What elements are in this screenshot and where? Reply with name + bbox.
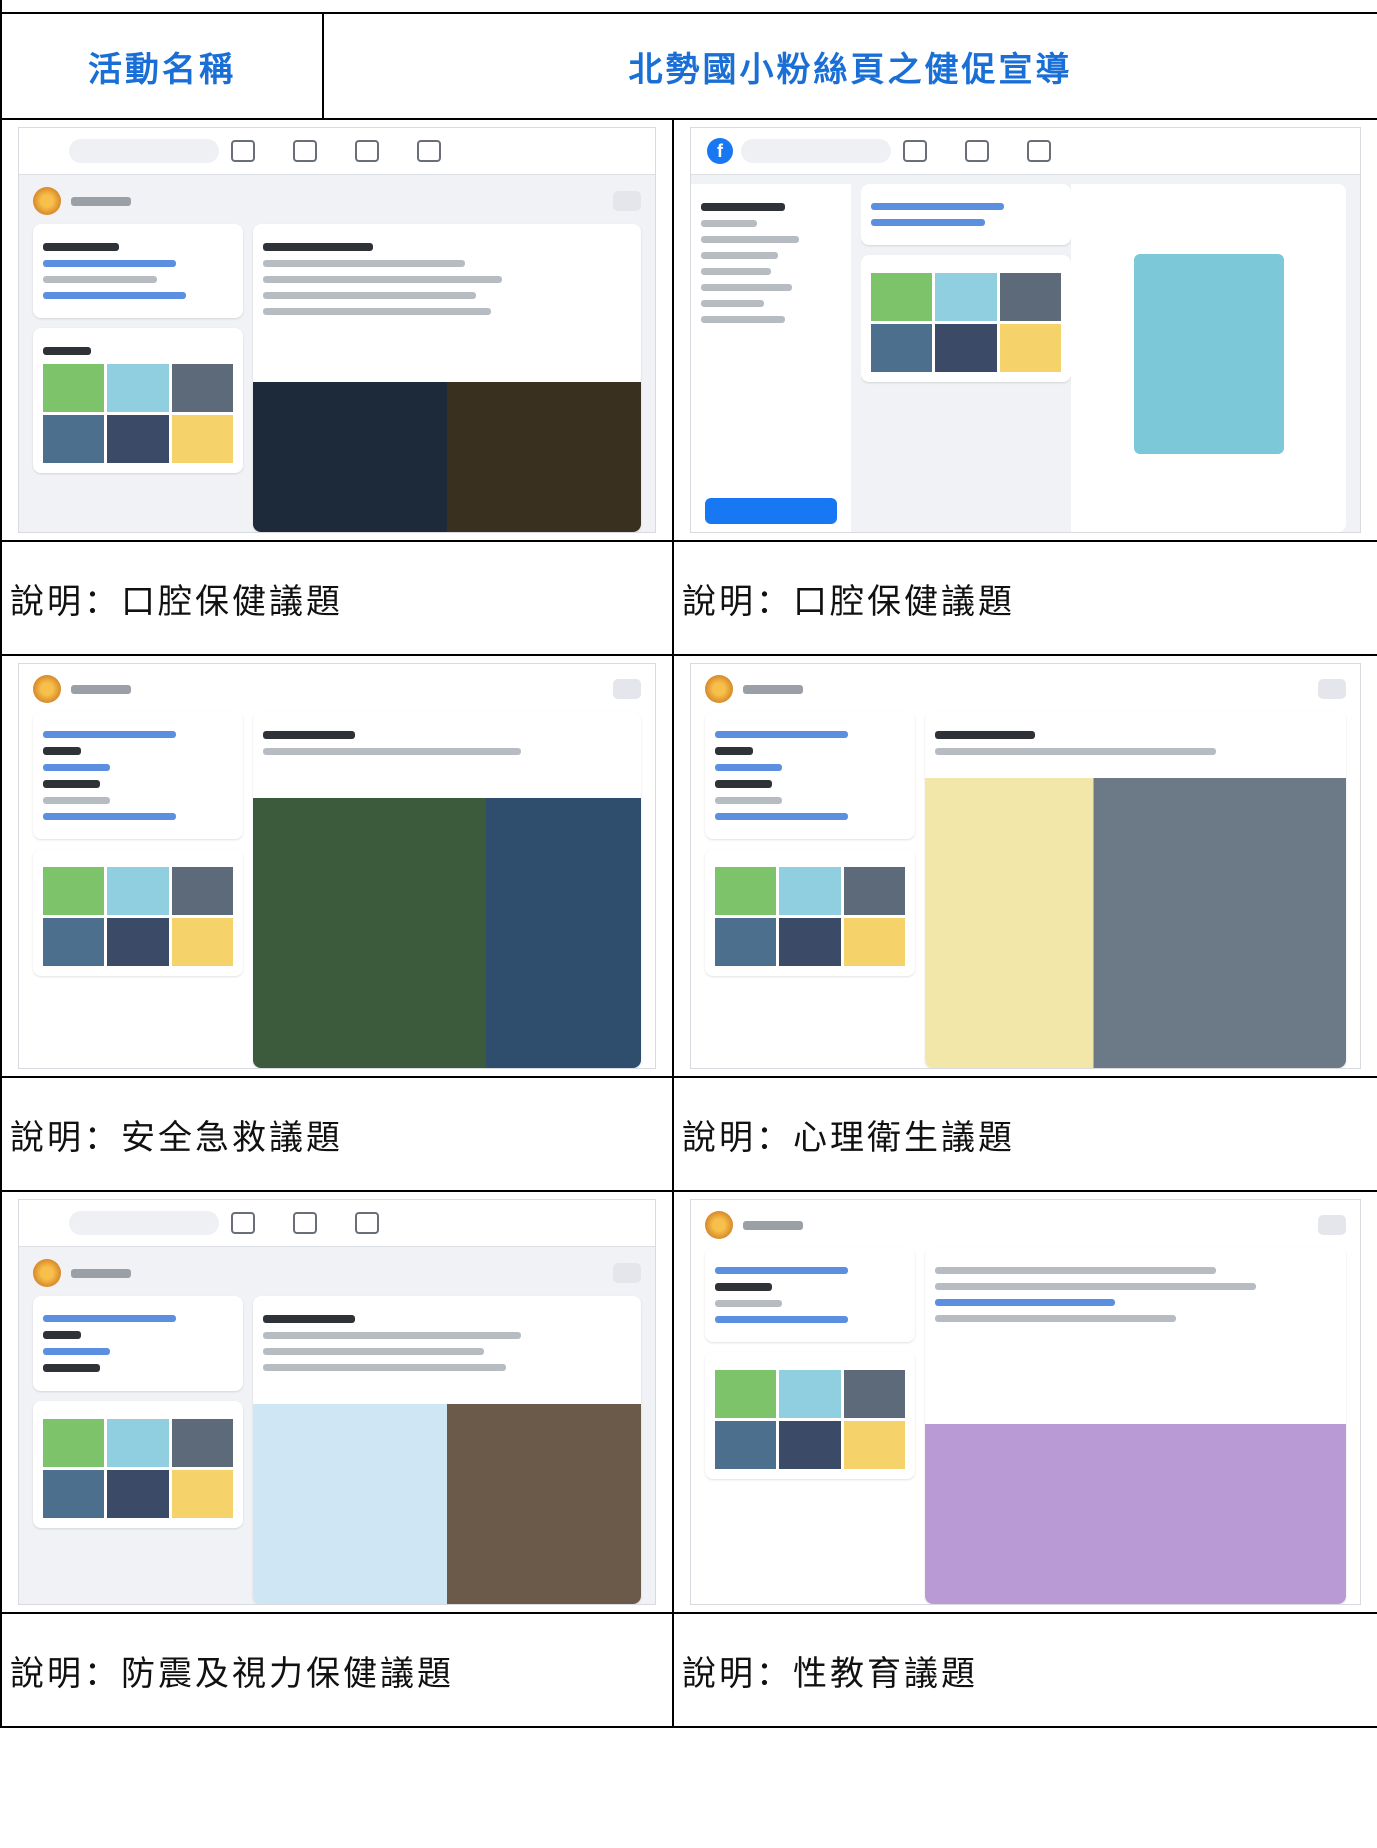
video-icon <box>231 140 255 162</box>
video-icon <box>231 1212 255 1234</box>
marketplace-icon <box>355 140 379 162</box>
caption-right-2: 說明：心理衛生議題 <box>671 1076 1377 1192</box>
document-table: 活動名稱 北勢國小粉絲頁之健促宣導 f 說明：口腔保健議題 說明：口腔保健議題 … <box>0 0 1377 1728</box>
search-field <box>69 139 219 163</box>
gaming-icon <box>417 140 441 162</box>
facebook-topbar <box>19 128 655 175</box>
groups-icon <box>293 140 317 162</box>
school-logo-icon <box>705 675 733 703</box>
screenshot-cell-2: f <box>671 118 1377 542</box>
facebook-screenshot-6 <box>690 1199 1362 1605</box>
school-logo-icon <box>33 187 61 215</box>
promote-button <box>705 498 837 524</box>
screenshot-cell-6 <box>671 1190 1377 1614</box>
school-logo-icon <box>33 675 61 703</box>
facebook-screenshot-1 <box>18 127 656 533</box>
facebook-topbar <box>19 1200 655 1247</box>
top-strip <box>0 0 1377 14</box>
screenshot-cell-3 <box>0 654 674 1078</box>
screenshot-cell-1 <box>0 118 674 542</box>
marketplace-icon <box>1027 140 1051 162</box>
caption-left-2: 說明：安全急救議題 <box>0 1076 674 1192</box>
facebook-screenshot-3 <box>18 663 656 1069</box>
video-icon <box>903 140 927 162</box>
facebook-topbar: f <box>691 128 1361 175</box>
screenshot-cell-5 <box>0 1190 674 1614</box>
facebook-logo-icon: f <box>707 138 733 164</box>
marketplace-icon <box>293 1212 317 1234</box>
gaming-icon <box>355 1212 379 1234</box>
caption-right-3: 說明：性教育議題 <box>671 1612 1377 1728</box>
caption-left-3: 說明：防震及視力保健議題 <box>0 1612 674 1728</box>
screenshot-cell-4 <box>671 654 1377 1078</box>
activity-title: 北勢國小粉絲頁之健促宣導 <box>321 12 1377 120</box>
caption-left-1: 說明：口腔保健議題 <box>0 540 674 656</box>
activity-name-label: 活動名稱 <box>0 12 324 120</box>
facebook-screenshot-5 <box>18 1199 656 1605</box>
caption-right-1: 說明：口腔保健議題 <box>671 540 1377 656</box>
search-field <box>69 1211 219 1235</box>
facebook-screenshot-2: f <box>690 127 1362 533</box>
search-field <box>741 139 891 163</box>
facebook-screenshot-4 <box>690 663 1362 1069</box>
school-logo-icon <box>33 1259 61 1287</box>
school-logo-icon <box>705 1211 733 1239</box>
groups-icon <box>965 140 989 162</box>
